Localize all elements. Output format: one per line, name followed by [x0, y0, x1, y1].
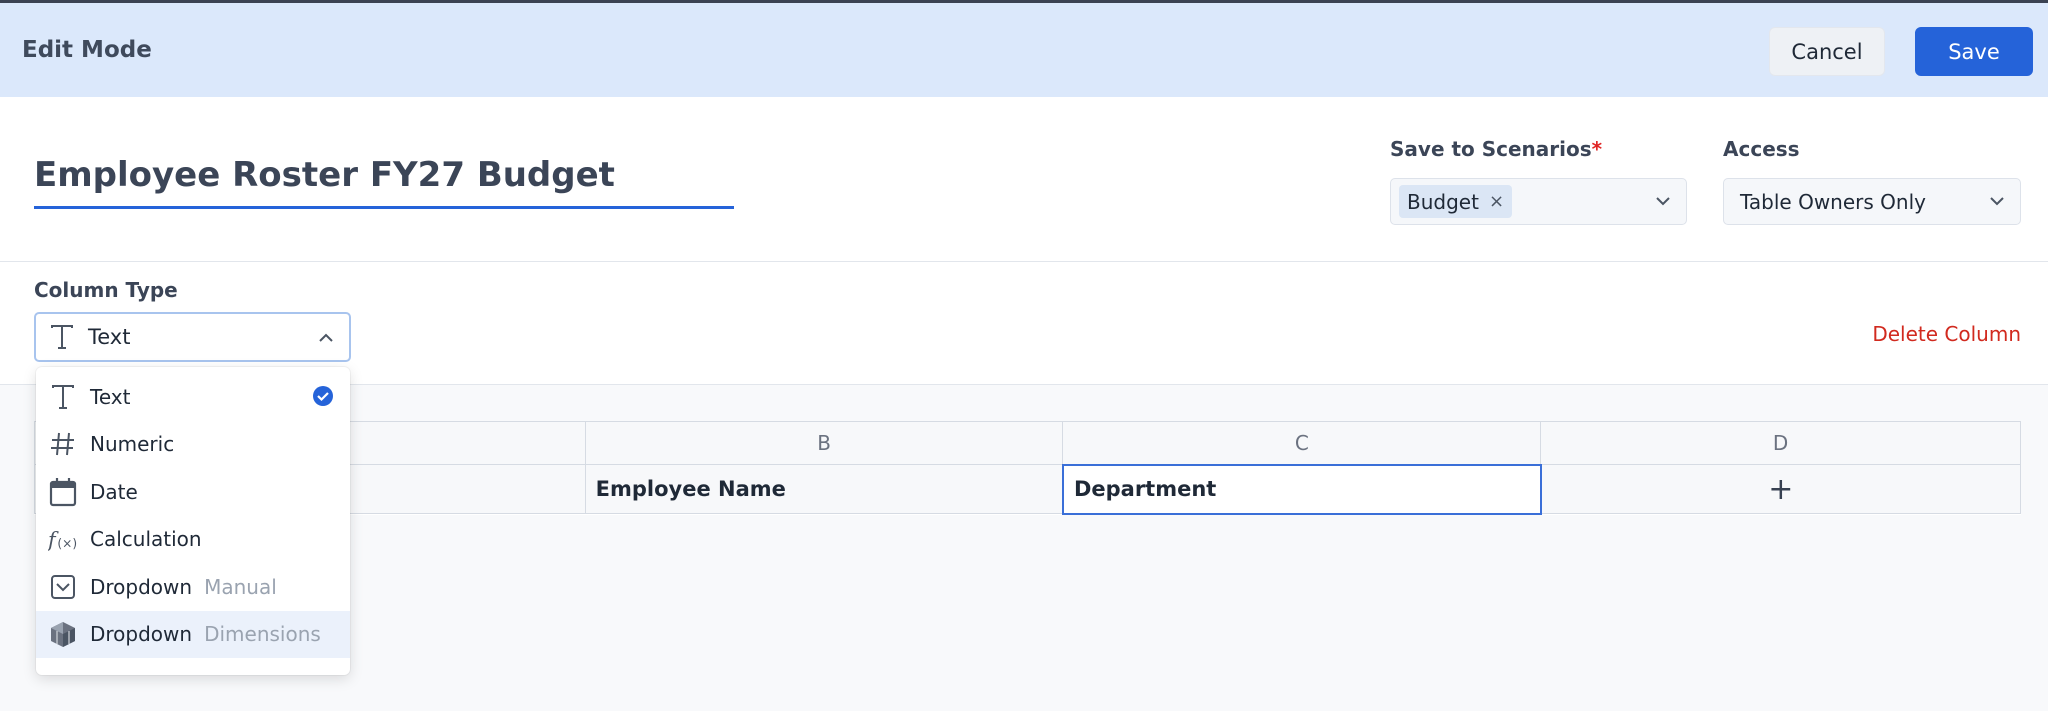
svg-text:(×): (×)	[57, 537, 77, 551]
hash-icon	[48, 429, 78, 459]
add-column-button[interactable]: +	[1540, 464, 2021, 514]
menu-item-text[interactable]: Text	[36, 373, 350, 421]
column-type-value: Text	[88, 325, 131, 349]
access-select[interactable]: Table Owners Only	[1723, 178, 2021, 225]
column-type-label: Column Type	[34, 278, 178, 302]
access-value: Table Owners Only	[1740, 189, 1926, 214]
delete-column-button[interactable]: Delete Column	[1872, 322, 2021, 346]
table-header-section: Employee Roster FY27 Budget Save to Scen…	[0, 97, 2048, 262]
menu-item-sublabel: Dimensions	[204, 622, 321, 647]
selected-column-name-cell[interactable]: Department	[1061, 463, 1542, 515]
chevron-down-icon	[1990, 197, 2004, 206]
chevron-down-icon	[1656, 197, 1670, 206]
check-circle-icon	[313, 386, 333, 406]
cancel-button[interactable]: Cancel	[1769, 27, 1885, 76]
text-type-icon	[51, 325, 73, 349]
menu-item-numeric[interactable]: Numeric	[36, 421, 350, 469]
scenarios-label-text: Save to Scenarios	[1390, 137, 1592, 161]
column-header-c[interactable]: C	[1062, 421, 1542, 465]
scenario-chip-label: Budget	[1407, 189, 1479, 214]
menu-item-sublabel: Manual	[204, 574, 277, 599]
scenario-chip: Budget ×	[1399, 185, 1513, 218]
menu-item-label: Dropdown	[90, 574, 193, 599]
menu-item-label: Calculation	[90, 527, 202, 552]
menu-item-calculation[interactable]: f (×) Calculation	[36, 516, 350, 564]
column-type-menu: Text Numeric Date f (×) Calculation Dropd…	[36, 367, 350, 675]
menu-item-label: Dropdown	[90, 622, 193, 647]
menu-item-dropdown-manual[interactable]: Dropdown Manual	[36, 563, 350, 611]
chevron-up-icon	[319, 333, 333, 342]
mode-label: Edit Mode	[22, 37, 152, 63]
edit-mode-bar: Edit Mode Cancel Save	[0, 0, 2048, 97]
save-button[interactable]: Save	[1915, 27, 2033, 76]
text-type-icon	[48, 382, 78, 412]
menu-item-dropdown-dimensions[interactable]: Dropdown Dimensions	[36, 610, 350, 658]
required-mark: *	[1591, 137, 1603, 161]
dropdown-box-icon	[48, 572, 78, 602]
column-header-d[interactable]: D	[1540, 421, 2021, 465]
menu-item-label: Date	[90, 479, 138, 504]
table-title[interactable]: Employee Roster FY27 Budget	[34, 155, 615, 195]
access-label: Access	[1723, 137, 1800, 161]
menu-item-date[interactable]: Date	[36, 468, 350, 516]
menu-item-label: Text	[90, 384, 131, 409]
menu-item-label: Numeric	[90, 432, 175, 457]
column-header-b[interactable]: B	[584, 421, 1064, 465]
dimensions-cube-icon	[48, 619, 78, 649]
chip-remove-icon[interactable]: ×	[1489, 191, 1504, 212]
column-type-select[interactable]: Text	[34, 312, 351, 362]
scenarios-label: Save to Scenarios*	[1390, 137, 1602, 161]
calendar-icon	[48, 477, 78, 507]
function-icon: f (×)	[48, 524, 78, 554]
scenarios-select[interactable]: Budget ×	[1390, 178, 1687, 225]
title-underline	[34, 206, 734, 209]
column-name-cell[interactable]: Employee Name	[584, 464, 1064, 514]
